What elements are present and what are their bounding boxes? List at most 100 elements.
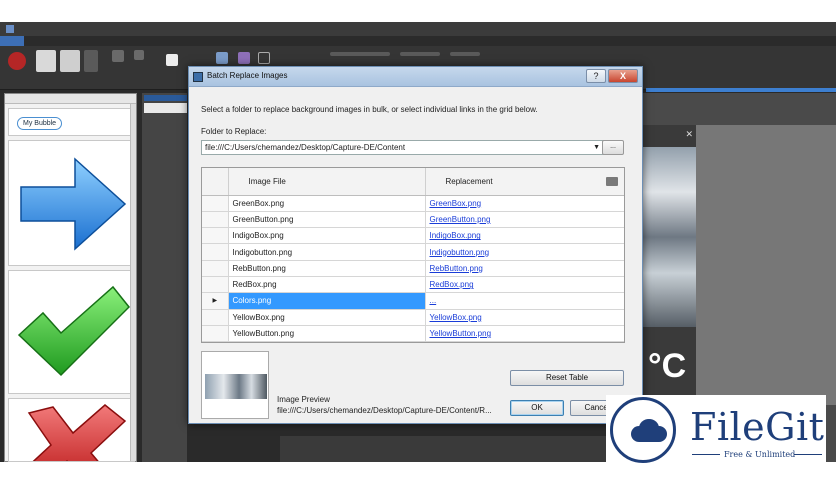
cloud-icon <box>631 426 667 442</box>
browse-button[interactable]: ... <box>602 140 624 155</box>
row-selector[interactable]: ▶ <box>202 292 229 310</box>
menu-item[interactable] <box>118 36 142 46</box>
image-file-cell[interactable]: RedBox.png <box>228 276 426 294</box>
left-panel-scrollbar[interactable] <box>130 104 136 461</box>
canvas-page <box>144 103 187 113</box>
menu-item[interactable] <box>95 36 119 46</box>
crop-icon[interactable] <box>258 52 270 64</box>
table-row[interactable]: YellowButton.png YellowButton.png <box>202 325 624 342</box>
ok-button[interactable]: OK <box>510 400 564 416</box>
dialog-titlebar[interactable]: Batch Replace Images ? X <box>189 67 642 87</box>
menu-file[interactable] <box>0 36 24 46</box>
app-titlebar <box>0 22 836 36</box>
image-grid[interactable]: Image File Replacement GreenBox.png Green… <box>201 167 625 343</box>
ribbon-group-text <box>330 52 390 56</box>
table-row[interactable]: GreenBox.png GreenBox.png <box>202 195 624 212</box>
replacement-link[interactable]: IndigoBox.png <box>425 227 624 245</box>
divider <box>794 454 822 455</box>
dialog-title: Batch Replace Images <box>207 71 288 80</box>
folder-combobox[interactable]: file:///C:/Users/chemandez/Desktop/Captu… <box>201 140 604 155</box>
table-row[interactable]: RebButton.png RebButton.png <box>202 260 624 277</box>
image-file-cell[interactable]: Colors.png <box>228 292 426 310</box>
chevron-down-icon[interactable]: ▼ <box>593 141 600 154</box>
table-row[interactable]: YellowBox.png YellowBox.png <box>202 309 624 326</box>
row-selector[interactable] <box>202 260 229 277</box>
replacement-link[interactable]: RebButton.png <box>425 260 624 277</box>
folder-icon[interactable] <box>605 177 618 186</box>
replacement-link[interactable]: RedBox.png <box>425 276 624 294</box>
pen-icon[interactable] <box>134 50 144 60</box>
row-selector[interactable] <box>202 211 229 229</box>
filegit-logo-icon <box>610 397 676 463</box>
row-selector[interactable] <box>202 309 229 326</box>
image-file-cell[interactable]: YellowBox.png <box>228 309 426 326</box>
close-icon[interactable]: ✕ <box>685 129 693 140</box>
row-selector[interactable] <box>202 243 229 261</box>
row-selector[interactable] <box>202 325 229 342</box>
row-selector[interactable] <box>202 195 229 212</box>
batch-replace-dialog: Batch Replace Images ? X Select a folder… <box>188 66 643 424</box>
dialog-instructions: Select a folder to replace background im… <box>201 105 538 114</box>
canvas-area <box>696 125 836 405</box>
capture-icon[interactable] <box>8 52 26 70</box>
image-file-cell[interactable]: GreenButton.png <box>228 211 426 229</box>
column-header-image-file[interactable]: Image File <box>228 168 426 196</box>
image-file-cell[interactable]: GreenBox.png <box>228 195 426 212</box>
menu-item[interactable] <box>47 36 71 46</box>
snowy-forest-photo <box>642 147 696 327</box>
effect-icon[interactable] <box>238 52 250 64</box>
filegit-tagline: Free & Unlimited <box>724 450 796 459</box>
table-row[interactable]: GreenButton.png GreenButton.png <box>202 211 624 229</box>
replacement-link[interactable]: GreenBox.png <box>425 195 624 212</box>
paste-icon[interactable] <box>60 50 80 72</box>
replacement-link[interactable]: YellowButton.png <box>425 325 624 342</box>
menu-item[interactable] <box>24 36 48 46</box>
table-row[interactable]: ▶ Colors.png... <box>202 292 624 310</box>
image-file-cell[interactable]: Indigobutton.png <box>228 243 426 261</box>
preview-thumbnail <box>205 374 267 399</box>
image-file-cell[interactable]: YellowButton.png <box>228 325 426 342</box>
table-row[interactable]: IndigoBox.png IndigoBox.png <box>202 227 624 245</box>
app-menubar[interactable] <box>0 36 836 46</box>
bubble-tile[interactable]: My Bubble <box>8 108 135 136</box>
bubble-shape: My Bubble <box>17 117 63 130</box>
ribbon-group-text <box>450 52 480 56</box>
green-check-icon <box>17 285 131 377</box>
left-panel: My Bubble <box>4 93 137 462</box>
check-tile[interactable] <box>8 270 135 394</box>
clipboard-tools-icon[interactable] <box>84 50 98 72</box>
folder-label: Folder to Replace: <box>201 127 267 136</box>
menu-item[interactable] <box>71 36 95 46</box>
table-row[interactable]: Indigobutton.png Indigobutton.png <box>202 243 624 261</box>
app-icon <box>6 24 14 33</box>
column-header-replacement[interactable]: Replacement <box>425 168 624 196</box>
close-button[interactable]: X <box>608 69 638 83</box>
forecast-strip <box>280 436 610 462</box>
table-row[interactable]: RedBox.png RedBox.png <box>202 276 624 294</box>
reset-table-button[interactable]: Reset Table <box>510 370 624 386</box>
image-file-cell[interactable]: IndigoBox.png <box>228 227 426 245</box>
x-tile[interactable] <box>8 398 135 462</box>
weather-widget: ✕ °C <box>642 125 696 405</box>
help-button[interactable]: ? <box>586 69 606 83</box>
document-tab[interactable] <box>144 95 187 101</box>
image-tool-icon[interactable] <box>216 52 228 64</box>
pointer-icon[interactable] <box>112 50 124 62</box>
insert-screenshot-icon[interactable] <box>166 54 178 66</box>
replacement-link[interactable]: YellowBox.png <box>425 309 624 326</box>
column-header-replacement-label: Replacement <box>445 176 493 186</box>
divider <box>692 454 720 455</box>
row-selector[interactable] <box>202 276 229 294</box>
left-panel-header <box>5 94 136 104</box>
document-canvas <box>142 93 187 462</box>
arrow-tile[interactable] <box>8 140 135 266</box>
replacement-link[interactable]: Indigobutton.png <box>425 243 624 261</box>
row-selector[interactable] <box>202 227 229 245</box>
send-to-clipboard-icon[interactable] <box>36 50 56 72</box>
filegit-wordmark: FileGit <box>690 405 825 449</box>
replacement-link[interactable]: ... <box>425 292 624 310</box>
ribbon-accent-bar <box>646 88 836 92</box>
ribbon-group-text <box>400 52 440 56</box>
image-file-cell[interactable]: RebButton.png <box>228 260 426 277</box>
replacement-link[interactable]: GreenButton.png <box>425 211 624 229</box>
